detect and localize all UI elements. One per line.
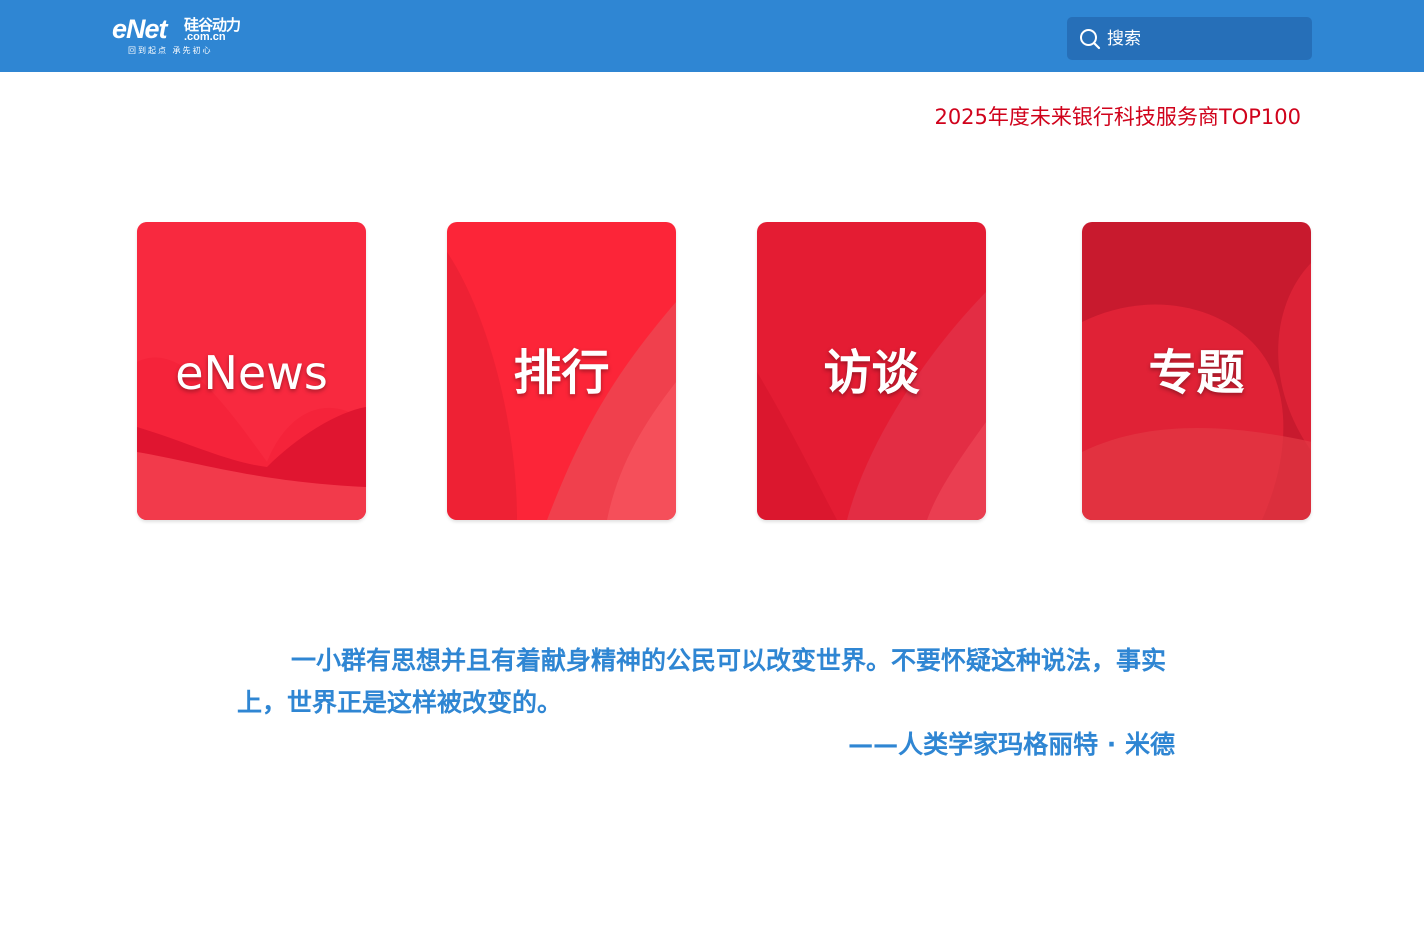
enet-logo[interactable]: eNet 硅谷动力 .com.cn 回到起点 承先初心 [112,14,252,58]
banner-ranking-link[interactable]: 2025年度未来银行科技服务商TOP100 [934,103,1301,131]
card-label: eNews [175,346,328,400]
logo-main-text: eNet [112,14,168,44]
card-label: 排行 [513,345,610,401]
logo-tagline: 回到起点 承先初心 [128,46,213,55]
search-box[interactable] [1067,17,1312,60]
card-topics[interactable]: 专题 [1082,222,1311,520]
card-interview[interactable]: 访谈 [757,222,986,520]
search-input[interactable] [1105,27,1299,50]
card-ranking[interactable]: 排行 [447,222,676,520]
card-enews[interactable]: eNews [137,222,366,520]
search-icon[interactable] [1079,28,1101,50]
logo-domain: .com.cn [184,31,226,43]
top-header: eNet 硅谷动力 .com.cn 回到起点 承先初心 [0,0,1424,72]
quote-block: 一小群有思想并且有着献身精神的公民可以改变世界。不要怀疑这种说法，事实上，世界正… [237,640,1197,759]
quote-author: ——人类学家玛格丽特 · 米德 [848,730,1175,759]
quote-text: 一小群有思想并且有着献身精神的公民可以改变世界。不要怀疑这种说法，事实上，世界正… [237,646,1167,717]
card-label: 访谈 [823,345,920,401]
card-label: 专题 [1148,345,1245,401]
